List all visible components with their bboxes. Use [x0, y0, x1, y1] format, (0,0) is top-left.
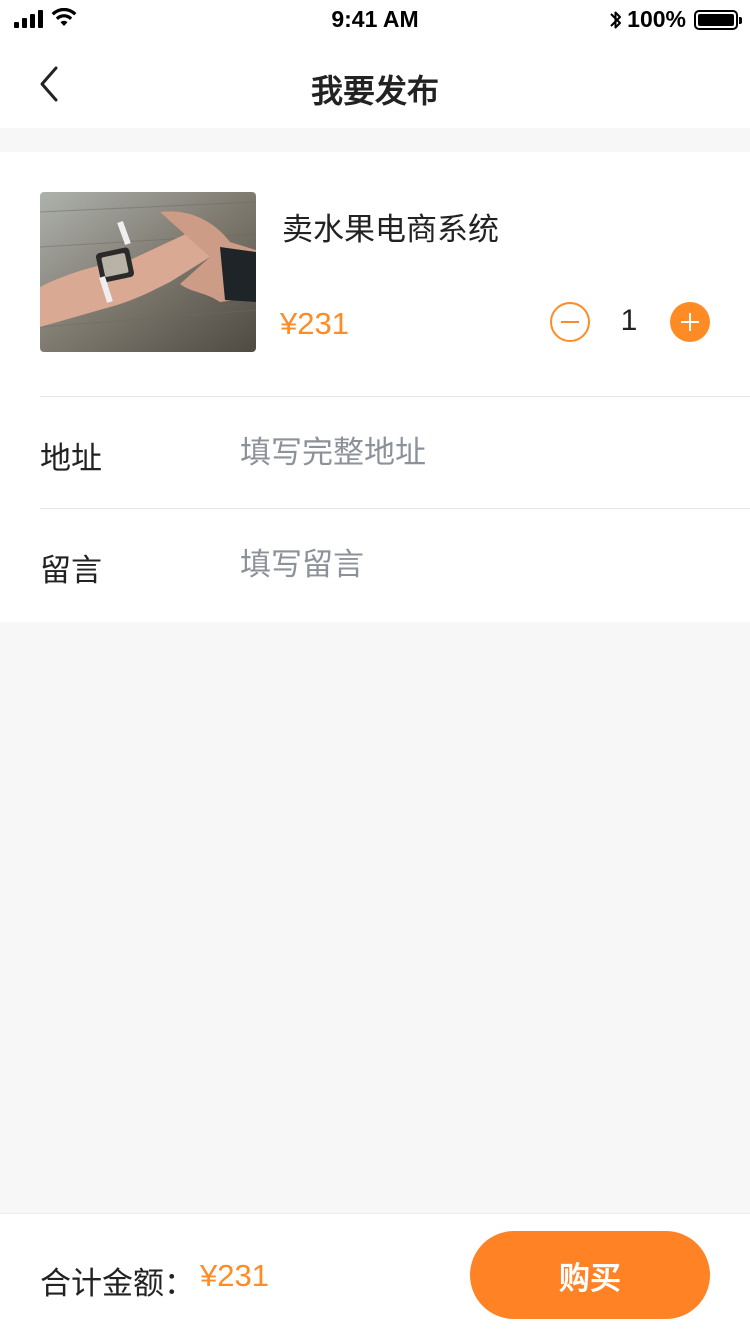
nav-bar: 我要发布 — [0, 40, 750, 128]
plus-icon[interactable] — [670, 302, 710, 342]
page: 9:41 AM 100% 我要发布 卖水果电商系统 ¥231 1 地址 填写完整… — [0, 0, 750, 1334]
product-image — [40, 192, 256, 352]
status-bar: 9:41 AM 100% — [0, 0, 750, 40]
message-input[interactable] — [240, 537, 700, 593]
battery-percentage: 100% — [627, 6, 686, 32]
page-title: 我要发布 — [310, 73, 439, 109]
order-card: 卖水果电商系统 ¥231 1 地址 留言 — [0, 152, 750, 622]
bluetooth-icon — [610, 11, 622, 28]
address-label: 地址 — [40, 441, 102, 476]
checkout-bar: 合计金额： ¥231 购买 — [0, 1213, 750, 1334]
status-right: 100% — [609, 6, 742, 33]
minus-icon[interactable] — [550, 302, 590, 342]
address-row: 地址 — [0, 397, 750, 509]
quantity-stepper: 1 — [550, 302, 710, 344]
quantity-value: 1 — [620, 304, 638, 337]
chevron-left-icon[interactable] — [30, 64, 70, 104]
message-row: 留言 — [0, 509, 750, 621]
total-value: ¥231 — [200, 1258, 269, 1293]
address-input[interactable] — [240, 425, 700, 481]
product-name: 卖水果电商系统 — [282, 212, 499, 247]
battery-icon — [694, 9, 742, 30]
product-row: 卖水果电商系统 ¥231 1 — [40, 192, 710, 352]
product-price: ¥231 — [280, 306, 349, 341]
buy-button[interactable]: 购买 — [470, 1231, 710, 1319]
total-label: 合计金额： — [40, 1266, 195, 1301]
message-label: 留言 — [40, 553, 102, 588]
